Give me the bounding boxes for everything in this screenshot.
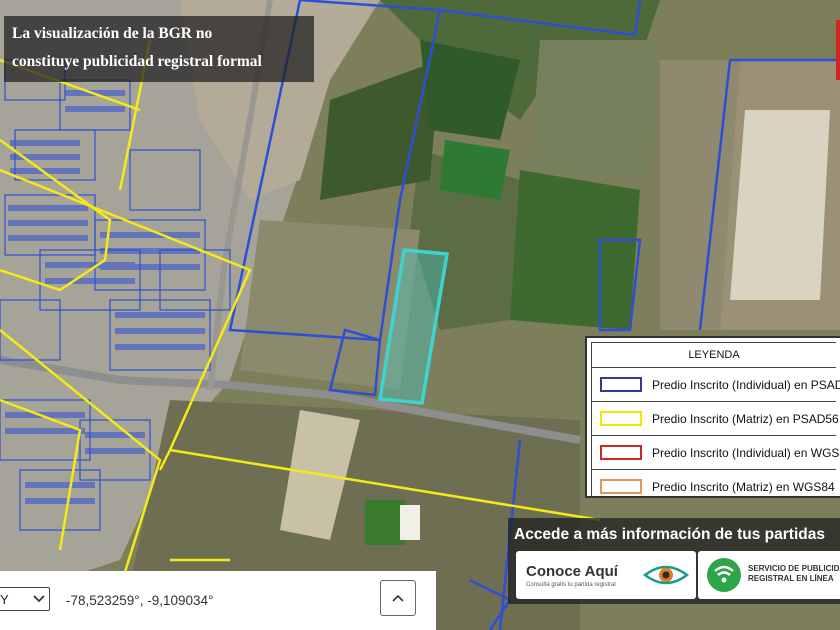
legend-label: Predio Inscrito (Matriz) en WGS84: [652, 479, 835, 494]
projection-select[interactable]: Y: [0, 587, 50, 611]
map-legend: LEYENDA Predio Inscrito (Individual) en …: [585, 336, 840, 498]
sunarp-logo-icon: [707, 558, 741, 592]
legend-item: Predio Inscrito (Matriz) en PSAD56: [591, 402, 839, 436]
eye-icon: [643, 565, 689, 585]
legend-swatch-individual-wgs84: [600, 445, 642, 460]
sunarp-online-button[interactable]: SERVICIO DE PUBLICIDAD REGISTRAL EN LÍNE…: [698, 551, 840, 599]
banner-title: Accede a más información de tus partidas: [514, 526, 825, 543]
promo-banner: Accede a más información de tus partidas…: [508, 518, 840, 604]
legend-item: Predio Inscrito (Individual) en PSAD56: [591, 368, 840, 402]
legend-swatch-matriz-wgs84: [600, 479, 642, 494]
chevron-down-icon: [33, 595, 45, 603]
conoce-aqui-subtitle: Consulta gratis tu partida registral: [526, 582, 616, 588]
conoce-aqui-label: Conoce Aquí: [526, 563, 618, 580]
legend-swatch-individual-psad56: [600, 377, 642, 392]
legend-item: Predio Inscrito (Individual) en WGS84: [591, 436, 840, 470]
legend-title: LEYENDA: [591, 342, 836, 368]
notice-line-1: La visualización de la BGR no: [12, 25, 213, 42]
coordinate-bar: Y -78,523259°, -9,109034°: [0, 571, 436, 630]
legend-swatch-matriz-psad56: [600, 411, 642, 426]
coordinates-readout: -78,523259°, -9,109034°: [66, 593, 214, 608]
projection-value: Y: [0, 592, 9, 607]
chevron-up-icon: [392, 594, 404, 602]
legend-label: Predio Inscrito (Individual) en WGS84: [652, 445, 840, 460]
conoce-aqui-button[interactable]: Conoce Aquí Consulta gratis tu partida r…: [516, 551, 696, 599]
disclaimer-notice: La visualización de la BGR no constituye…: [4, 16, 314, 82]
sunarp-line-2: REGISTRAL EN LÍNEA: [748, 574, 834, 583]
sunarp-line-1: SERVICIO DE PUBLICIDAD: [748, 564, 840, 573]
sunarp-text: SERVICIO DE PUBLICIDAD REGISTRAL EN LÍNE…: [748, 564, 840, 584]
legend-item: Predio Inscrito (Matriz) en WGS84: [591, 470, 836, 496]
legend-label: Predio Inscrito (Matriz) en PSAD56: [652, 411, 839, 426]
notice-line-2: constituye publicidad registral formal: [12, 53, 262, 70]
collapse-button[interactable]: [380, 580, 416, 616]
legend-label: Predio Inscrito (Individual) en PSAD56: [652, 377, 840, 392]
